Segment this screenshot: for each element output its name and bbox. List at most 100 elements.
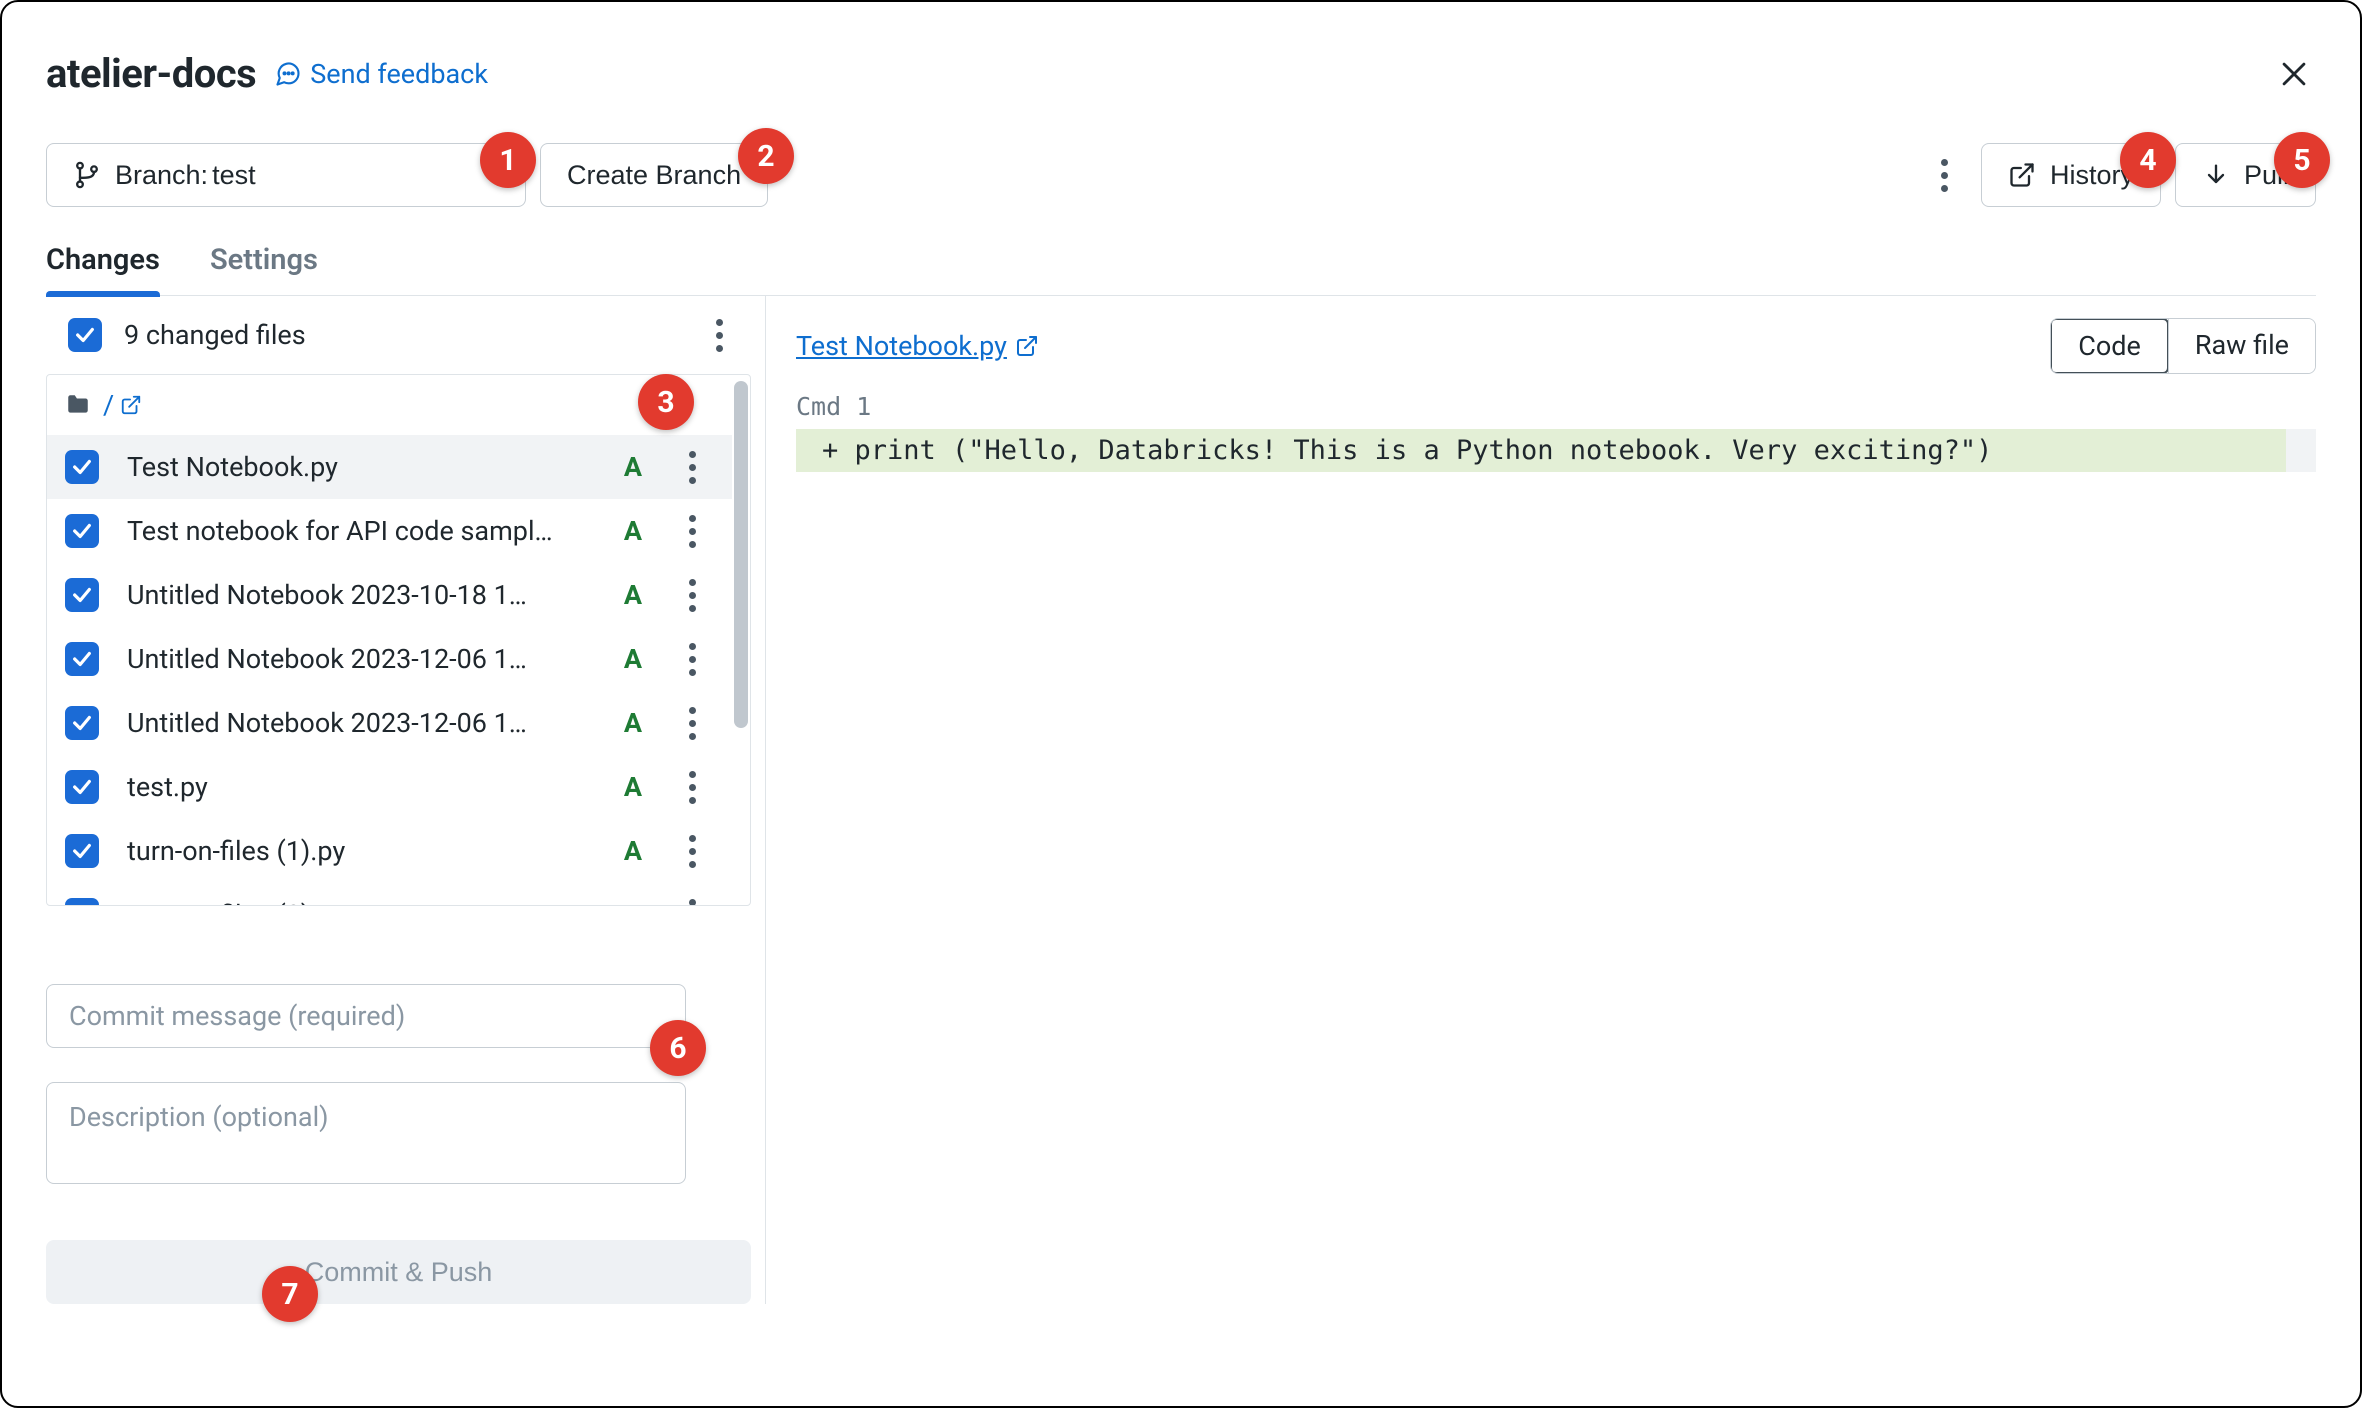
kebab-icon bbox=[689, 707, 696, 740]
file-menu-button[interactable] bbox=[670, 829, 714, 873]
file-status-badge: A bbox=[618, 771, 648, 803]
file-status-badge: A bbox=[618, 451, 648, 483]
file-menu-button[interactable] bbox=[670, 509, 714, 553]
kebab-icon bbox=[1941, 159, 1948, 192]
file-checkbox[interactable] bbox=[65, 514, 99, 548]
diff-pane: Test Notebook.py Code Raw file Cmd 1 + p… bbox=[766, 296, 2316, 1304]
open-external-icon bbox=[1015, 334, 1039, 358]
commit-message-input[interactable] bbox=[46, 984, 686, 1048]
diff-view-toggle: Code Raw file bbox=[2050, 318, 2316, 374]
toolbar-overflow-menu[interactable] bbox=[1923, 153, 1967, 197]
folder-path-text: / bbox=[103, 389, 114, 421]
download-arrow-icon bbox=[2202, 161, 2230, 189]
callout-2: 2 bbox=[738, 128, 794, 184]
git-branch-icon bbox=[73, 161, 101, 189]
open-external-icon bbox=[120, 394, 142, 416]
file-name: Untitled Notebook 2023-12-06 1… bbox=[127, 643, 596, 675]
file-menu-button[interactable] bbox=[670, 701, 714, 745]
close-button[interactable] bbox=[2272, 52, 2316, 96]
file-status-badge: A bbox=[618, 835, 648, 867]
file-checkbox[interactable] bbox=[65, 450, 99, 484]
diff-file-link[interactable]: Test Notebook.py bbox=[796, 330, 1039, 362]
kebab-icon bbox=[689, 579, 696, 612]
kebab-icon bbox=[689, 899, 696, 906]
repo-title: atelier-docs bbox=[46, 50, 256, 97]
speech-bubble-icon bbox=[274, 60, 302, 88]
send-feedback-link[interactable]: Send feedback bbox=[274, 58, 488, 90]
close-icon bbox=[2277, 57, 2311, 91]
kebab-icon bbox=[689, 643, 696, 676]
file-checkbox[interactable] bbox=[65, 770, 99, 804]
content-panes: 9 changed files / bbox=[46, 296, 2316, 1304]
tab-changes[interactable]: Changes bbox=[46, 243, 160, 295]
file-checkbox[interactable] bbox=[65, 578, 99, 612]
kebab-icon bbox=[716, 319, 723, 352]
file-menu-button[interactable] bbox=[670, 765, 714, 809]
callout-7: 7 bbox=[262, 1266, 318, 1322]
callout-3: 3 bbox=[638, 374, 694, 430]
file-row[interactable]: Test notebook for API code sampl… A bbox=[47, 499, 732, 563]
file-status-badge: A bbox=[618, 899, 648, 905]
file-row[interactable]: turn-on-files (1).py A bbox=[47, 819, 732, 883]
kebab-icon bbox=[689, 771, 696, 804]
create-branch-button[interactable]: Create Branch bbox=[540, 143, 768, 207]
file-row[interactable]: Untitled Notebook 2023-10-18 1… A bbox=[47, 563, 732, 627]
diff-cmd-label: Cmd 1 bbox=[796, 392, 2316, 421]
file-menu-button[interactable] bbox=[670, 637, 714, 681]
diff-toggle-raw[interactable]: Raw file bbox=[2168, 319, 2315, 373]
diff-toggle-code[interactable]: Code bbox=[2050, 318, 2169, 374]
branch-name: test bbox=[212, 160, 256, 191]
select-all-checkbox[interactable] bbox=[68, 318, 102, 352]
file-name: test.py bbox=[127, 771, 596, 803]
commit-push-button[interactable]: Commit & Push bbox=[46, 1240, 751, 1304]
toolbar: Branch: test Create Branch History bbox=[46, 143, 2316, 207]
send-feedback-label: Send feedback bbox=[310, 58, 488, 90]
changes-menu-button[interactable] bbox=[697, 313, 741, 357]
commit-description-input[interactable] bbox=[46, 1082, 686, 1184]
file-name: turn-on-files (2).py bbox=[127, 899, 596, 905]
file-row[interactable]: Test Notebook.py A bbox=[47, 435, 732, 499]
kebab-icon bbox=[689, 451, 696, 484]
files-scrollbar[interactable] bbox=[732, 375, 750, 905]
file-row[interactable]: turn-on-files (2).py A bbox=[47, 883, 732, 905]
file-checkbox[interactable] bbox=[65, 898, 99, 905]
folder-icon bbox=[65, 392, 91, 418]
file-menu-button[interactable] bbox=[670, 573, 714, 617]
file-row[interactable]: test.py A bbox=[47, 755, 732, 819]
file-checkbox[interactable] bbox=[65, 706, 99, 740]
kebab-icon bbox=[689, 835, 696, 868]
file-menu-button[interactable] bbox=[670, 893, 714, 905]
file-checkbox[interactable] bbox=[65, 834, 99, 868]
file-name: Untitled Notebook 2023-12-06 1… bbox=[127, 707, 596, 739]
file-name: Test Notebook.py bbox=[127, 451, 596, 483]
file-name: Untitled Notebook 2023-10-18 1… bbox=[127, 579, 596, 611]
callout-1: 1 bbox=[480, 132, 536, 188]
file-status-badge: A bbox=[618, 515, 648, 547]
changes-pane: 9 changed files / bbox=[46, 296, 766, 1304]
files-list: / Test Notebook.py A bbox=[46, 374, 751, 906]
file-name: Test notebook for API code sampl… bbox=[127, 515, 596, 547]
diff-added-line: + print ("Hello, Databricks! This is a P… bbox=[796, 429, 2316, 472]
callout-6: 6 bbox=[650, 1020, 706, 1076]
external-link-icon bbox=[2008, 161, 2036, 189]
file-status-badge: A bbox=[618, 579, 648, 611]
create-branch-label: Create Branch bbox=[567, 160, 741, 191]
callout-5: 5 bbox=[2274, 132, 2330, 188]
diff-file-name: Test Notebook.py bbox=[796, 330, 1007, 362]
diff-header: Test Notebook.py Code Raw file bbox=[796, 318, 2316, 374]
callout-4: 4 bbox=[2120, 132, 2176, 188]
tab-settings[interactable]: Settings bbox=[210, 243, 318, 295]
file-checkbox[interactable] bbox=[65, 642, 99, 676]
scrollbar-thumb[interactable] bbox=[734, 381, 748, 728]
file-name: turn-on-files (1).py bbox=[127, 835, 596, 867]
file-row[interactable]: Untitled Notebook 2023-12-06 1… A bbox=[47, 691, 732, 755]
file-row[interactable]: Untitled Notebook 2023-12-06 1… A bbox=[47, 627, 732, 691]
changes-header: 9 changed files bbox=[46, 296, 751, 374]
file-menu-button[interactable] bbox=[670, 445, 714, 489]
branch-selector[interactable]: Branch: test bbox=[46, 143, 526, 207]
changed-files-count: 9 changed files bbox=[124, 319, 306, 351]
branch-label-prefix: Branch: bbox=[115, 160, 208, 191]
folder-path-row[interactable]: / bbox=[47, 375, 732, 435]
file-status-badge: A bbox=[618, 643, 648, 675]
header: atelier-docs Send feedback bbox=[46, 50, 2316, 97]
